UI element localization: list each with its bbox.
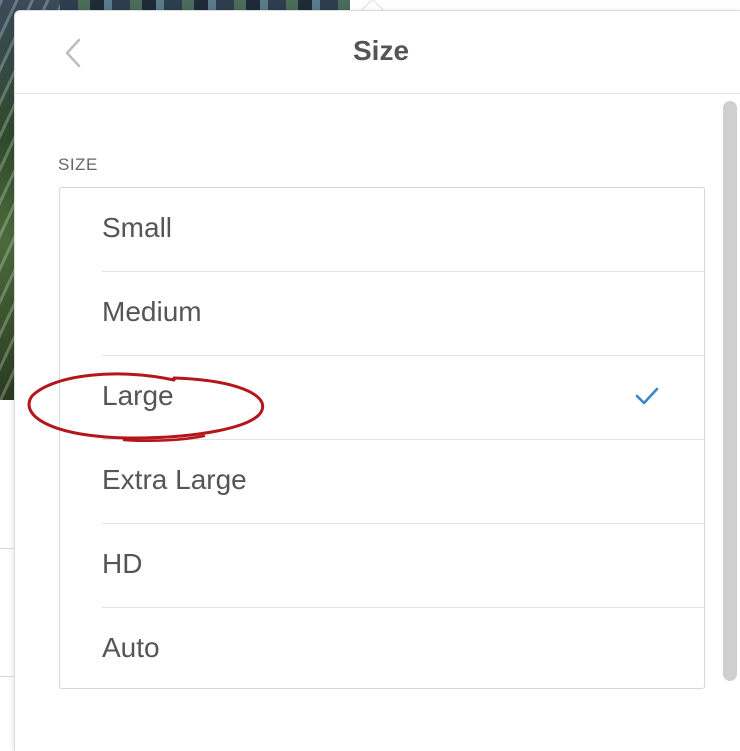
scrollbar[interactable]	[723, 101, 737, 681]
checkmark-icon	[635, 387, 659, 405]
background-divider	[0, 676, 14, 677]
option-hd[interactable]: HD	[102, 524, 704, 608]
option-label: Large	[102, 380, 174, 411]
section-label: SIZE	[58, 155, 98, 174]
option-extra-large[interactable]: Extra Large	[102, 440, 704, 524]
option-label: Extra Large	[102, 464, 247, 495]
page-title: Size	[352, 35, 410, 66]
popover-header: Size	[15, 11, 740, 94]
option-small[interactable]: Small	[102, 188, 704, 272]
option-label: Small	[102, 212, 173, 243]
option-auto[interactable]: Auto	[102, 608, 704, 691]
option-label: Auto	[102, 632, 160, 663]
option-medium[interactable]: Medium	[102, 272, 704, 356]
background-divider	[0, 548, 14, 549]
option-label: Medium	[102, 296, 202, 327]
option-large[interactable]: Large	[102, 356, 704, 440]
option-label: HD	[102, 548, 143, 579]
size-option-list: Small Medium Large Extra Large HD Auto	[59, 187, 705, 689]
size-popover: Size SIZE Small Medium Large Extra Large…	[14, 10, 740, 751]
